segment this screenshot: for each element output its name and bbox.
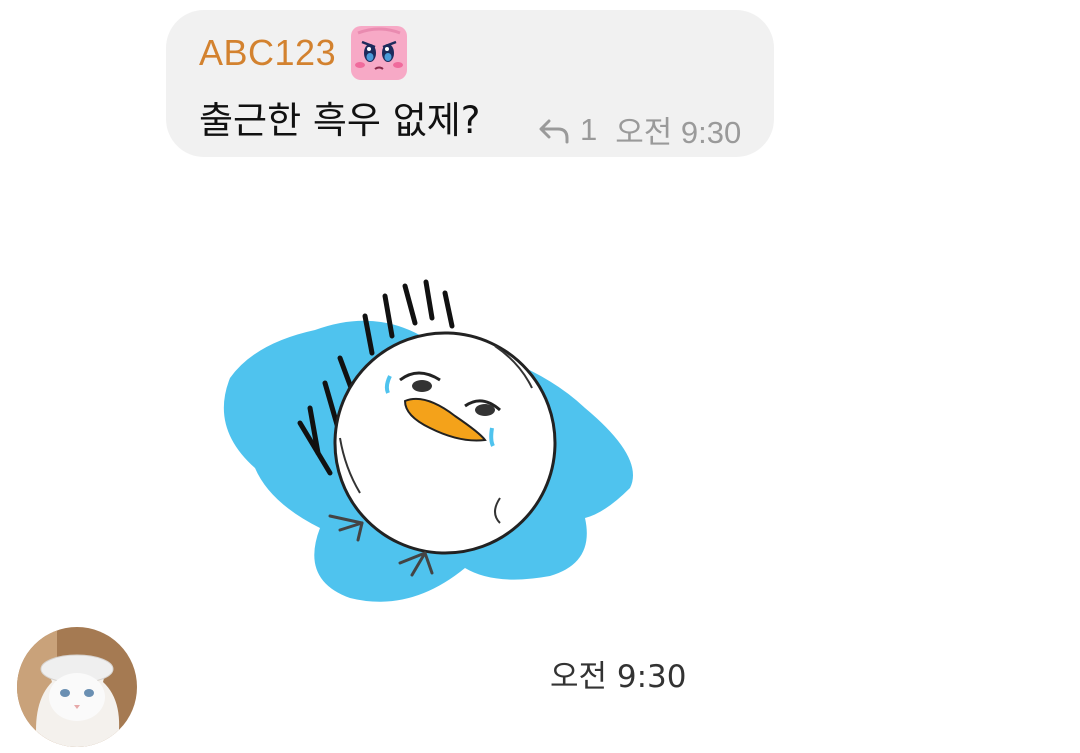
chat-screen: ABC123 출근한 흑우 없제? 1 오전 9:30 오전 9:30 bbox=[0, 0, 1080, 753]
sender-name[interactable]: ABC123 bbox=[199, 32, 336, 74]
message-time: 오전 9:30 bbox=[615, 115, 742, 150]
message-text: 출근한 흑우 없제? bbox=[199, 99, 481, 142]
message-bubble[interactable]: ABC123 출근한 흑우 없제? 1 오전 9:30 bbox=[166, 10, 774, 157]
crying-duck-sticker[interactable] bbox=[200, 268, 660, 618]
reply-arrow-icon[interactable] bbox=[538, 116, 570, 144]
white-cat-avatar[interactable] bbox=[17, 627, 137, 747]
sticker-time: 오전 9:30 bbox=[550, 659, 687, 695]
reply-count[interactable]: 1 bbox=[580, 112, 597, 148]
message-meta: 1 오전 9:30 bbox=[538, 107, 741, 152]
pink-puffball-face-icon bbox=[351, 26, 407, 80]
